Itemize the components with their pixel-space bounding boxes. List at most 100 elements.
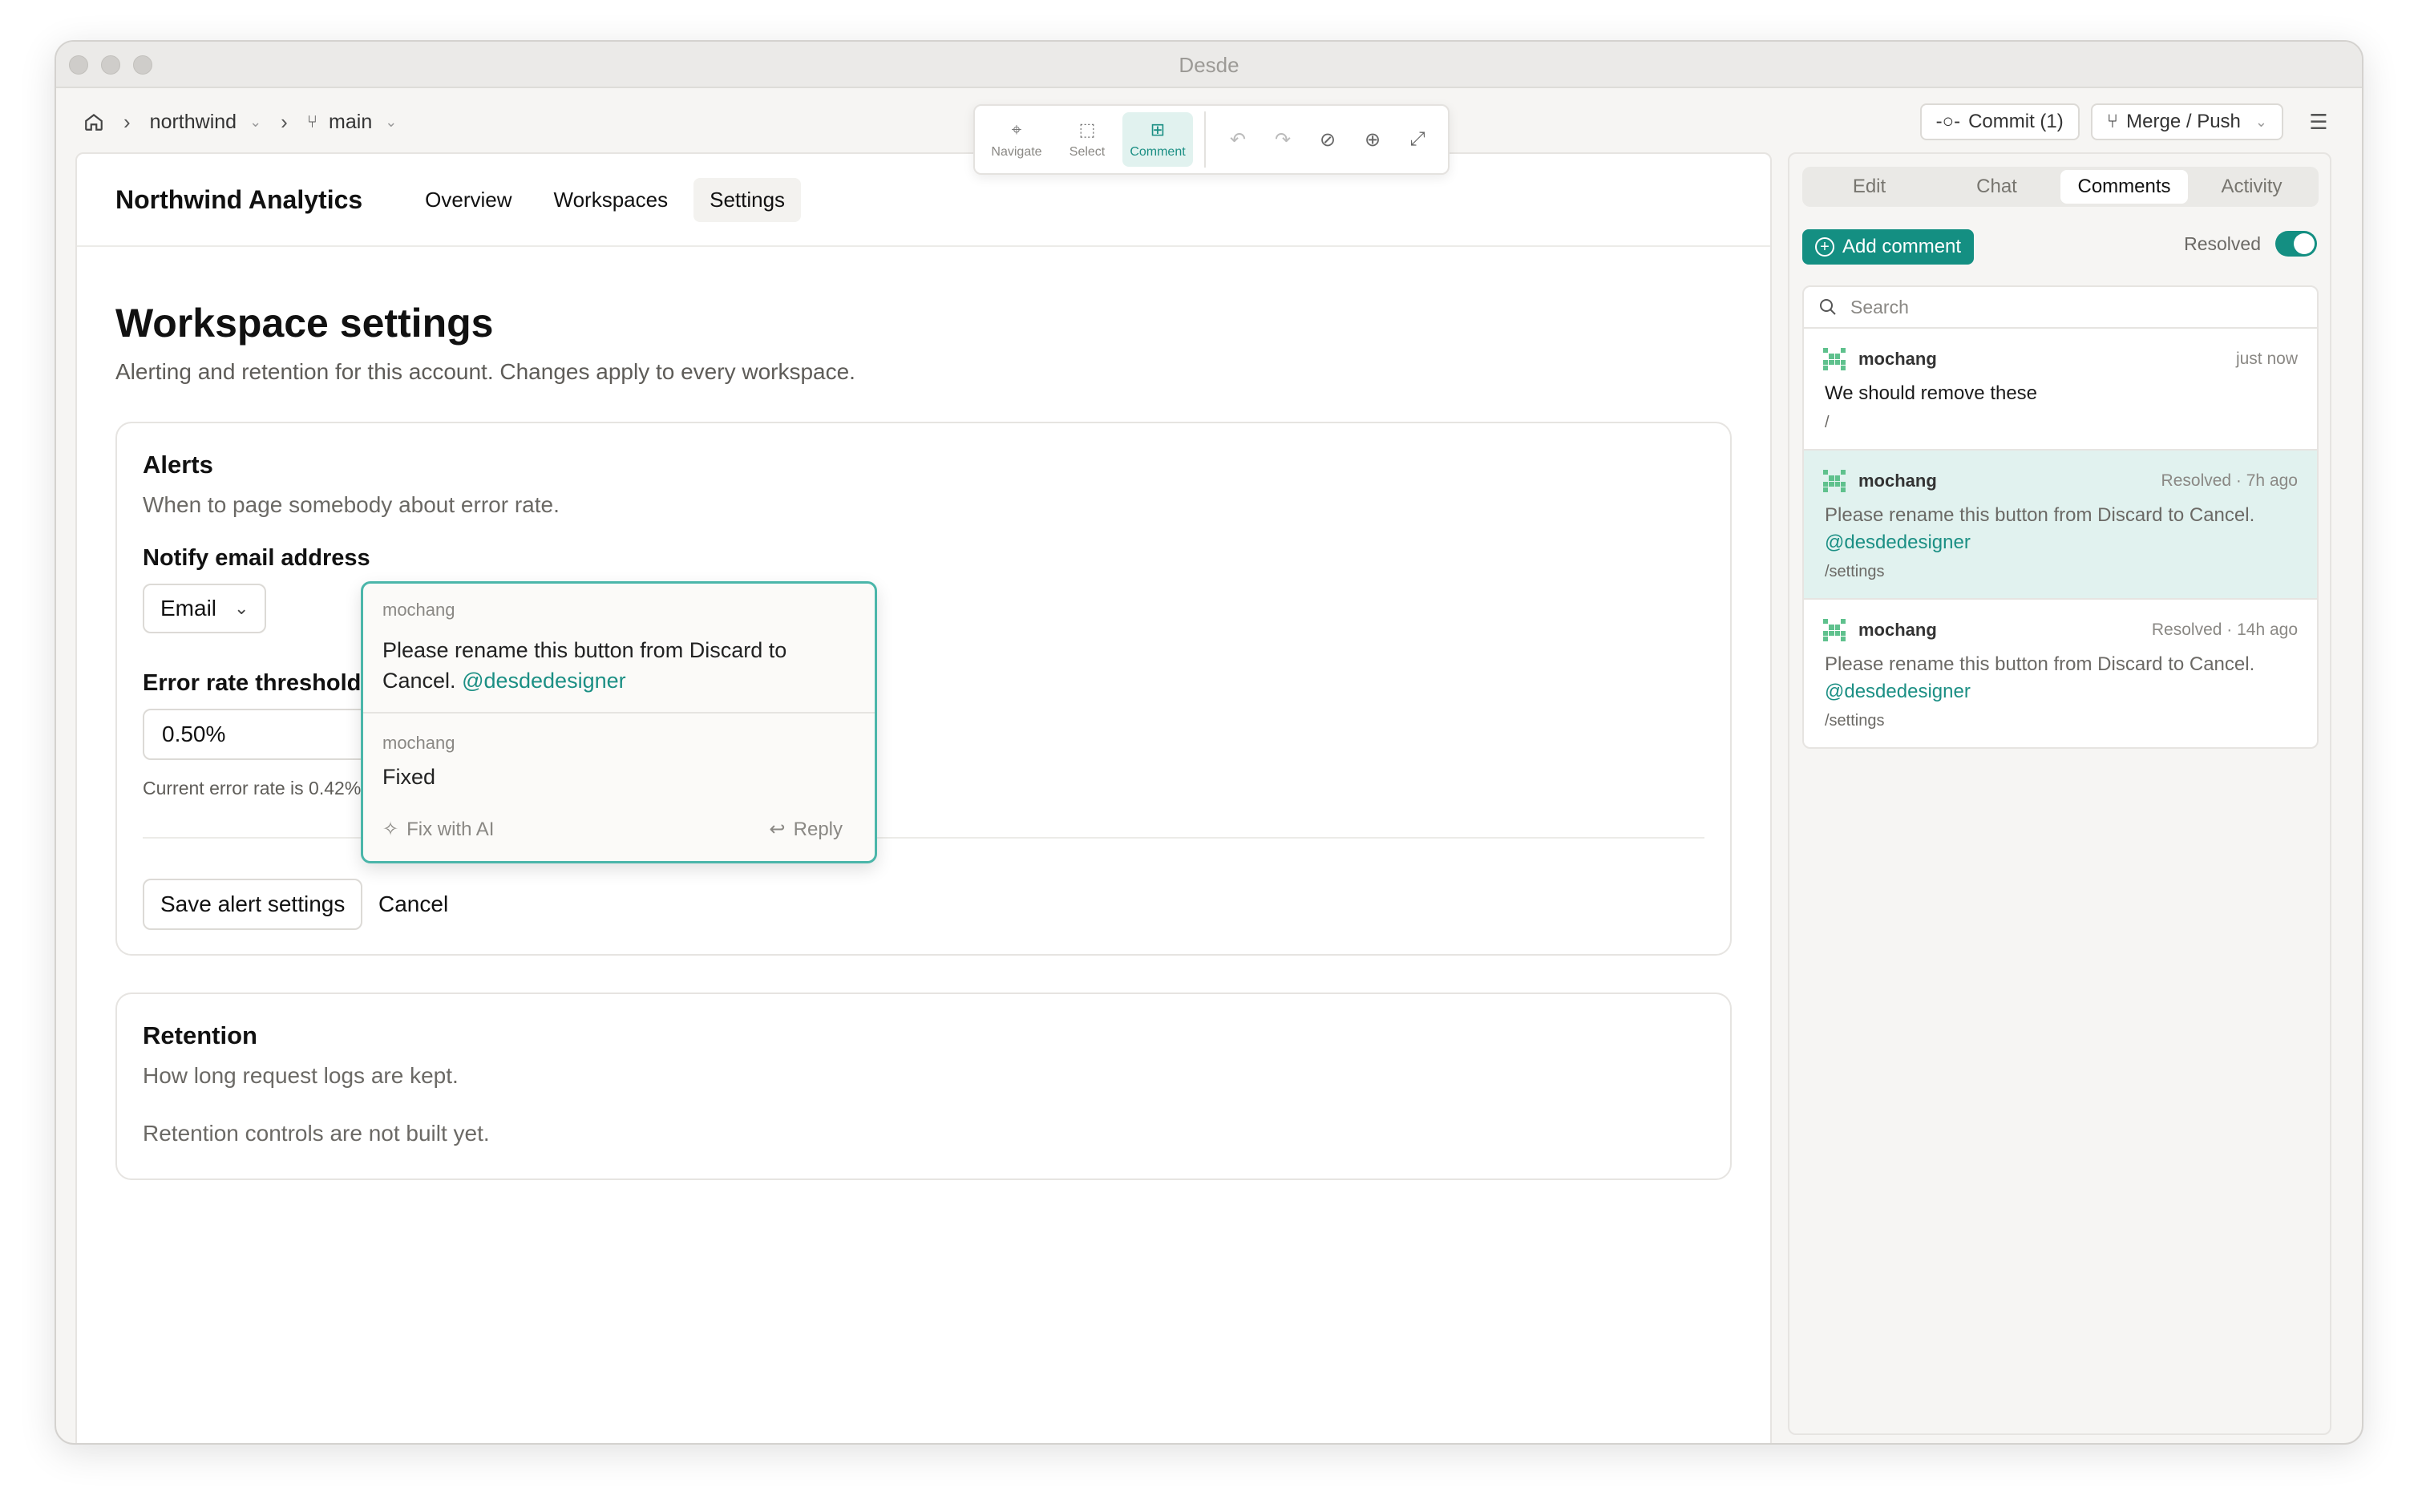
page-title: Workspace settings <box>115 301 494 346</box>
breadcrumb: › northwind ⌄ › ⑂ main ⌄ <box>83 90 397 154</box>
notify-value: Email <box>160 596 217 621</box>
window-title: Desde <box>1179 53 1239 77</box>
comment-header: mochang Resolved · 7h ago <box>1823 470 2298 492</box>
branch-name: main <box>329 110 373 133</box>
panel-settings-icon[interactable]: ☰ <box>2303 103 2335 140</box>
project-dropdown[interactable]: northwind ⌄ <box>150 111 262 134</box>
error-rate-hint: Current error rate is 0.42% <box>143 778 362 798</box>
comment-text: We should remove these <box>1825 382 2038 404</box>
comment-mention[interactable]: @desdedesigner <box>1825 532 1971 553</box>
comment-thread-popup: mochang Please rename this button from D… <box>361 581 877 863</box>
search-field[interactable]: Search <box>1804 287 2317 329</box>
thread-actions: ✧ Fix with AI ↩ Reply <box>382 818 843 841</box>
tab-chat[interactable]: Chat <box>1933 170 2060 204</box>
tab-edit[interactable]: Edit <box>1805 170 1933 204</box>
comment-text-content: Please rename this button from Discard t… <box>1825 504 2255 526</box>
retention-subtitle: How long request logs are kept. <box>143 1063 459 1088</box>
sidebar-tabs: Edit Chat Comments Activity <box>1802 167 2319 207</box>
plus-circle-icon: + <box>1815 237 1834 257</box>
commit-button[interactable]: -○- Commit (1) <box>1919 103 2080 140</box>
tab-comments[interactable]: Comments <box>2060 170 2188 204</box>
comment-header: mochang Resolved · 14h ago <box>1823 619 2298 641</box>
zoom-button[interactable]: ⊕ <box>1350 117 1395 162</box>
resolved-label: Resolved <box>2184 232 2261 254</box>
alerts-title: Alerts <box>143 451 213 479</box>
comment-path: /settings <box>1825 563 1885 580</box>
search-placeholder: Search <box>1850 296 1909 317</box>
git-merge-icon: ⑂ <box>2106 111 2119 132</box>
merge-label: Merge / Push <box>2126 111 2241 132</box>
reply-button[interactable]: ↩ Reply <box>770 818 843 841</box>
project-name: northwind <box>149 110 237 133</box>
mode-divider <box>1204 111 1206 168</box>
branch-dropdown[interactable]: ⑂ main ⌄ <box>307 111 397 134</box>
comment-time: Resolved · 7h ago <box>2161 471 2298 490</box>
comment-item[interactable]: mochang Resolved · 14h ago Please rename… <box>1804 600 2317 747</box>
zoom-in-icon: ⊕ <box>1364 128 1381 151</box>
nav-overview[interactable]: Overview <box>409 178 528 222</box>
mode-toolbar: ⌖ Navigate ⬚ Select ⊞ Comment ↶ ↷ ⊘ ⊕ ⤢ <box>973 104 1450 175</box>
comment-item[interactable]: mochang just now We should remove these … <box>1804 329 2317 451</box>
nav-settings[interactable]: Settings <box>693 177 802 222</box>
add-comment-label: Add comment <box>1842 236 1962 257</box>
cursor-sparkle-icon: ⌖ <box>1011 119 1022 139</box>
toolbar-actions: -○- Commit (1) ⑂ Merge / Push ⌄ ☰ <box>1919 90 2335 154</box>
comment-off-icon: ⊘ <box>1319 128 1336 151</box>
redo-button[interactable]: ↷ <box>1260 117 1305 162</box>
comment-mention[interactable]: @desdedesigner <box>1825 681 1971 702</box>
comment-text-content: Please rename this button from Discard t… <box>1825 653 2255 675</box>
title-bar: Desde <box>56 42 2362 88</box>
mode-select-label: Select <box>1069 145 1106 159</box>
notify-label: Notify email address <box>143 545 370 571</box>
redo-icon: ↷ <box>1274 128 1292 151</box>
undo-icon: ↶ <box>1229 128 1247 151</box>
thread-message: Please rename this button from Discard t… <box>382 635 855 696</box>
expand-button[interactable]: ⤢ <box>1395 117 1440 162</box>
comment-item[interactable]: mochang Resolved · 7h ago Please rename … <box>1804 451 2317 600</box>
avatar <box>1823 619 1846 641</box>
alerts-card: Alerts When to page somebody about error… <box>115 422 1732 956</box>
thread-author: mochang <box>382 733 455 753</box>
app-header: Northwind Analytics Overview Workspaces … <box>77 154 1770 247</box>
comment-author: mochang <box>1858 471 1937 491</box>
retention-note: Retention controls are not built yet. <box>143 1121 490 1146</box>
comment-author: mochang <box>1858 620 1937 640</box>
tab-activity[interactable]: Activity <box>2188 170 2315 204</box>
notify-select[interactable]: Email ⌄ <box>143 584 266 633</box>
expand-icon: ⤢ <box>1409 128 1425 150</box>
add-comment-button[interactable]: + Add comment <box>1802 229 1975 265</box>
avatar <box>1823 470 1846 492</box>
avatar <box>1823 348 1846 370</box>
comments-sidebar: Edit Chat Comments Activity + Add commen… <box>1788 152 2331 1435</box>
hide-comments-button[interactable]: ⊘ <box>1305 117 1350 162</box>
chevron-right-icon: › <box>281 109 288 134</box>
mode-select[interactable]: ⬚ Select <box>1052 112 1122 167</box>
chevron-down-icon: ⌄ <box>385 113 398 130</box>
resolved-toggle[interactable] <box>2275 231 2317 257</box>
cancel-button[interactable]: Cancel <box>378 879 448 930</box>
search-icon <box>1820 299 1836 315</box>
select-box-icon: ⬚ <box>1078 119 1096 139</box>
thread-divider <box>363 712 875 714</box>
resolved-filter: Resolved <box>2184 231 2317 257</box>
undo-button[interactable]: ↶ <box>1215 117 1260 162</box>
retention-title: Retention <box>143 1021 257 1049</box>
thread-author: mochang <box>382 600 455 620</box>
save-alert-settings-button[interactable]: Save alert settings <box>143 879 363 930</box>
commit-label: Commit (1) <box>1968 111 2064 132</box>
home-icon[interactable] <box>83 111 104 132</box>
merge-push-button[interactable]: ⑂ Merge / Push ⌄ <box>2090 103 2283 140</box>
mode-navigate[interactable]: ⌖ Navigate <box>981 112 1052 167</box>
comment-time: Resolved · 14h ago <box>2151 621 2298 639</box>
nav-workspaces[interactable]: Workspaces <box>538 178 685 222</box>
chevron-down-icon: ⌄ <box>234 598 249 618</box>
mode-comment-label: Comment <box>1130 145 1186 159</box>
preview-panel: Northwind Analytics Overview Workspaces … <box>75 152 1772 1443</box>
comment-plus-icon: ⊞ <box>1150 119 1166 139</box>
threshold-input[interactable]: 0.50% <box>143 709 383 760</box>
thread-mention[interactable]: @desdedesigner <box>462 669 626 693</box>
fix-with-ai-button[interactable]: ✧ Fix with AI <box>382 818 494 841</box>
chevron-right-icon: › <box>123 109 131 134</box>
mode-comment[interactable]: ⊞ Comment <box>1122 112 1193 167</box>
comment-header: mochang just now <box>1823 348 2298 370</box>
